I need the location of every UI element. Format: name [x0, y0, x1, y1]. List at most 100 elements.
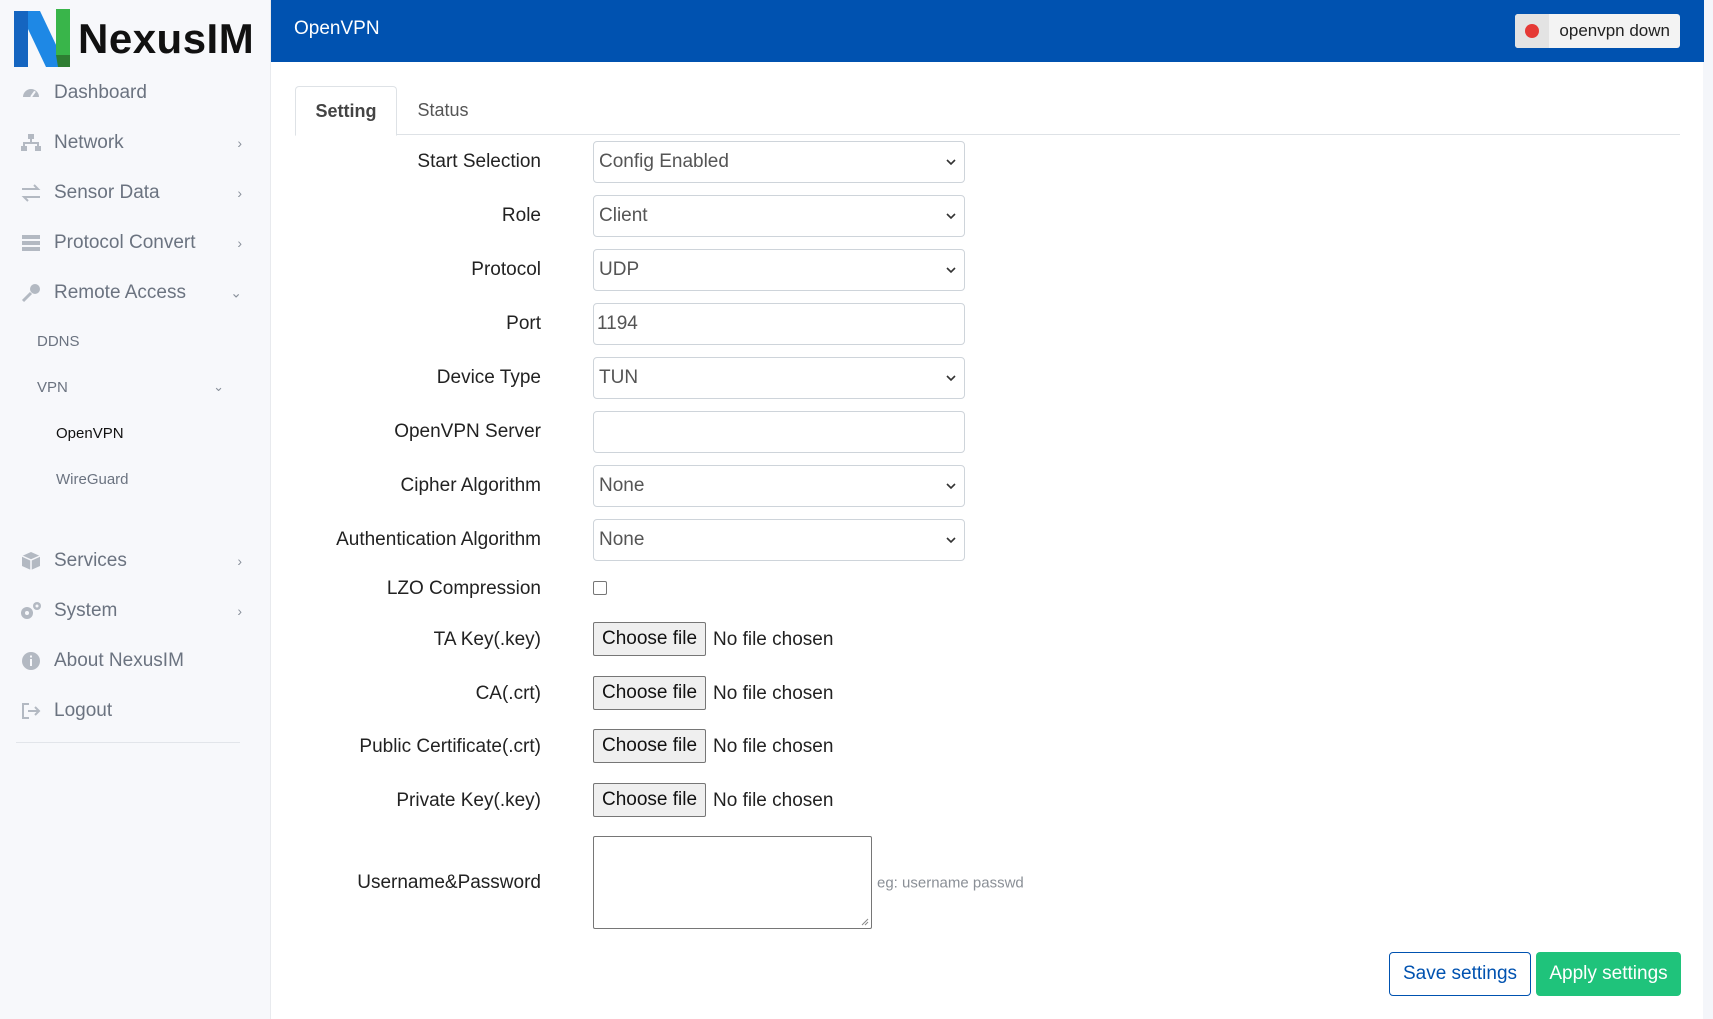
- chevron-right-icon: ›: [237, 235, 242, 251]
- field-label: LZO Compression: [386, 578, 541, 599]
- lzo-compression-checkbox[interactable]: [593, 581, 607, 595]
- resize-grip-icon[interactable]: [861, 918, 869, 926]
- status-indicator: [1515, 14, 1550, 48]
- row-private-key: Private Key(.key) Choose file No file ch…: [271, 780, 1271, 822]
- gears-icon: [20, 600, 42, 622]
- status-text: openvpn down: [1559, 21, 1670, 40]
- field-label: OpenVPN Server: [394, 421, 541, 442]
- sidebar-item-label: About NexusIM: [54, 650, 184, 671]
- row-device-type: Device Type TUN: [271, 357, 1271, 399]
- sidebar-item-protocol-convert[interactable]: Protocol Convert ›: [0, 218, 270, 268]
- cube-icon: [20, 550, 42, 572]
- row-ta-key: TA Key(.key) Choose file No file chosen: [271, 619, 1271, 661]
- page-title: OpenVPN: [294, 18, 380, 39]
- sidebar-item-network[interactable]: Network ›: [0, 118, 270, 168]
- ta-key-choose-file-button[interactable]: Choose file: [593, 622, 707, 656]
- sidebar-nav: Dashboard Network › Sensor Data › Protoc…: [0, 68, 270, 743]
- row-public-certificate: Public Certificate(.crt) Choose file No …: [271, 726, 1271, 768]
- field-label: Username&Password: [357, 872, 541, 893]
- file-status: No file chosen: [713, 790, 834, 811]
- chevron-down-icon: [946, 375, 956, 382]
- sidebar-item-ddns[interactable]: DDNS: [0, 318, 270, 364]
- sidebar: NexusIM Dashboard Network › Sensor Data …: [0, 0, 270, 1019]
- field-label: Start Selection: [417, 151, 541, 172]
- sidebar-item-label: VPN: [37, 378, 68, 396]
- row-role: Role Client: [271, 195, 1271, 237]
- page-header: OpenVPN openvpn down: [271, 0, 1704, 62]
- row-ca: CA(.crt) Choose file No file chosen: [271, 673, 1271, 715]
- sidebar-item-label: Protocol Convert: [54, 232, 196, 253]
- status-dot-icon: [1525, 24, 1540, 38]
- sidebar-item-label: Dashboard: [54, 82, 147, 103]
- cipher-algorithm-select[interactable]: None: [593, 465, 965, 507]
- private-key-choose-file-button[interactable]: Choose file: [593, 783, 707, 817]
- input-value: 1194: [597, 313, 638, 334]
- key-icon: [20, 282, 42, 304]
- device-type-select[interactable]: TUN: [593, 357, 965, 399]
- sidebar-item-about[interactable]: About NexusIM: [0, 636, 270, 686]
- row-lzo-compression: LZO Compression: [271, 568, 1271, 610]
- row-username-password: Username&Password eg: username passwd: [271, 836, 1271, 930]
- status-badge: openvpn down: [1515, 14, 1680, 48]
- chevron-down-icon: [946, 267, 956, 274]
- chevron-down-icon: ⌄: [230, 284, 242, 301]
- row-port: Port 1194: [271, 303, 1271, 345]
- sidebar-item-remote-access[interactable]: Remote Access ⌄: [0, 268, 270, 318]
- sidebar-item-label: Remote Access: [54, 282, 186, 303]
- file-status: No file chosen: [713, 736, 834, 757]
- field-label: Device Type: [436, 367, 541, 388]
- field-label: Port: [506, 313, 541, 334]
- sidebar-item-sensor-data[interactable]: Sensor Data ›: [0, 168, 270, 218]
- row-protocol: Protocol UDP: [271, 249, 1271, 291]
- ca-choose-file-button[interactable]: Choose file: [593, 676, 707, 710]
- chevron-right-icon: ›: [237, 135, 242, 151]
- save-settings-button[interactable]: Save settings: [1389, 952, 1531, 996]
- sidebar-item-logout[interactable]: Logout: [0, 686, 270, 736]
- nexusim-logo-icon: [14, 9, 70, 69]
- sidebar-item-vpn[interactable]: VPN ⌄: [0, 364, 270, 410]
- sidebar-item-label: System: [54, 600, 118, 621]
- select-value: TUN: [599, 367, 639, 388]
- sidebar-item-services[interactable]: Services ›: [0, 536, 270, 586]
- sidebar-item-system[interactable]: System ›: [0, 586, 270, 636]
- apply-settings-button[interactable]: Apply settings: [1536, 952, 1681, 996]
- chevron-right-icon: ›: [237, 603, 242, 619]
- role-select[interactable]: Client: [593, 195, 965, 237]
- start-selection-select[interactable]: Config Enabled: [593, 141, 965, 183]
- field-label: TA Key(.key): [433, 629, 541, 650]
- row-openvpn-server: OpenVPN Server: [271, 411, 1271, 453]
- main-panel: OpenVPN openvpn down Setting Status Star…: [270, 0, 1704, 1019]
- sidebar-item-wireguard[interactable]: WireGuard: [0, 456, 270, 502]
- openvpn-server-input[interactable]: [593, 411, 965, 453]
- sidebar-divider: [16, 742, 240, 743]
- username-password-textarea[interactable]: [593, 836, 872, 929]
- brand-logo[interactable]: NexusIM: [14, 8, 254, 70]
- auth-algorithm-select[interactable]: None: [593, 519, 965, 561]
- tab-status[interactable]: Status: [397, 86, 489, 135]
- chevron-right-icon: ›: [237, 185, 242, 201]
- sidebar-item-label: Network: [54, 132, 124, 153]
- tab-setting[interactable]: Setting: [295, 86, 397, 136]
- sidebar-item-label: OpenVPN: [56, 424, 124, 442]
- exchange-icon: [20, 182, 42, 204]
- sidebar-item-dashboard[interactable]: Dashboard: [0, 68, 270, 118]
- field-label: Protocol: [471, 259, 541, 280]
- chevron-down-icon: ⌄: [213, 379, 224, 394]
- network-icon: [20, 132, 42, 154]
- file-status: No file chosen: [713, 629, 834, 650]
- select-value: Client: [599, 205, 648, 226]
- select-value: None: [599, 529, 645, 550]
- chevron-right-icon: ›: [237, 553, 242, 569]
- field-label: Private Key(.key): [396, 790, 541, 811]
- tab-bar: Setting Status: [295, 86, 1680, 136]
- field-label: Role: [501, 205, 541, 226]
- sidebar-item-openvpn[interactable]: OpenVPN: [0, 410, 270, 456]
- port-input[interactable]: 1194: [593, 303, 965, 345]
- select-value: Config Enabled: [599, 151, 729, 172]
- public-cert-choose-file-button[interactable]: Choose file: [593, 729, 707, 763]
- field-label: Authentication Algorithm: [336, 529, 541, 550]
- protocol-select[interactable]: UDP: [593, 249, 965, 291]
- field-label: Public Certificate(.crt): [359, 736, 541, 757]
- info-icon: [20, 650, 42, 672]
